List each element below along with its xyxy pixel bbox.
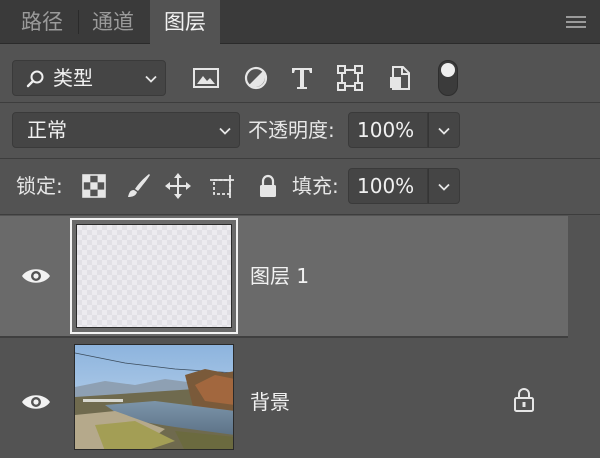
layer-thumbnail-selection-frame [70, 218, 238, 334]
smart-object-filter-icon[interactable] [386, 64, 414, 92]
layer-thumbnail-transparent[interactable] [76, 224, 232, 328]
tab-layers[interactable]: 图层 [150, 0, 220, 45]
layers-scrollbar[interactable] [568, 216, 600, 458]
chevron-down-icon [438, 181, 450, 193]
chevron-down-icon [219, 125, 231, 137]
panel-menu-icon[interactable] [566, 16, 586, 30]
landscape-photo-image [75, 345, 233, 449]
lock-artboard-icon[interactable] [208, 172, 236, 200]
lock-label: 锁定: [16, 174, 63, 198]
filter-kind-label: 类型 [53, 66, 93, 90]
lock-transparent-pixels-icon[interactable] [80, 172, 108, 200]
lock-position-icon[interactable] [164, 172, 192, 200]
text-filter-icon[interactable] [288, 64, 316, 92]
search-icon [26, 70, 44, 88]
toggle-knob [441, 63, 455, 77]
divider [0, 214, 600, 215]
divider [0, 158, 600, 159]
tab-divider [78, 10, 79, 34]
layer-locked-icon [514, 388, 534, 412]
image-filter-icon[interactable] [192, 64, 220, 92]
tab-paths[interactable]: 路径 [8, 0, 76, 44]
layer-name[interactable]: 背景 [250, 390, 290, 414]
blend-mode-value: 正常 [27, 118, 67, 142]
visibility-eye-icon[interactable] [20, 392, 52, 412]
visibility-eye-icon[interactable] [20, 266, 52, 286]
lock-image-pixels-icon[interactable] [124, 172, 152, 200]
chevron-down-icon [145, 73, 157, 85]
divider [0, 102, 600, 103]
opacity-dropdown-button[interactable] [428, 112, 460, 148]
opacity-input[interactable]: 100% [348, 112, 428, 148]
layer-filter-kind-select[interactable]: 类型 [12, 60, 166, 96]
panel-tab-bar: 路径 通道 图层 [0, 0, 600, 45]
adjustment-filter-icon[interactable] [242, 64, 270, 92]
chevron-down-icon [438, 125, 450, 137]
fill-dropdown-button[interactable] [428, 168, 460, 204]
opacity-value: 100% [357, 118, 415, 142]
layer-name[interactable]: 图层 1 [250, 264, 309, 288]
fill-input[interactable]: 100% [348, 168, 428, 204]
fill-label: 填充: [292, 174, 339, 198]
opacity-label: 不透明度: [248, 118, 335, 142]
blend-mode-select[interactable]: 正常 [12, 112, 240, 148]
layers-panel: 类型 正常 不透明度: 100% 锁定: 填充: 100% 图层 1 背景 [0, 44, 600, 458]
shape-filter-icon[interactable] [336, 64, 364, 92]
filter-toggle-switch[interactable] [438, 60, 458, 96]
tab-channels[interactable]: 通道 [80, 0, 146, 44]
fill-value: 100% [357, 174, 415, 198]
lock-all-icon[interactable] [254, 172, 282, 200]
layer-thumbnail-photo[interactable] [74, 344, 234, 450]
